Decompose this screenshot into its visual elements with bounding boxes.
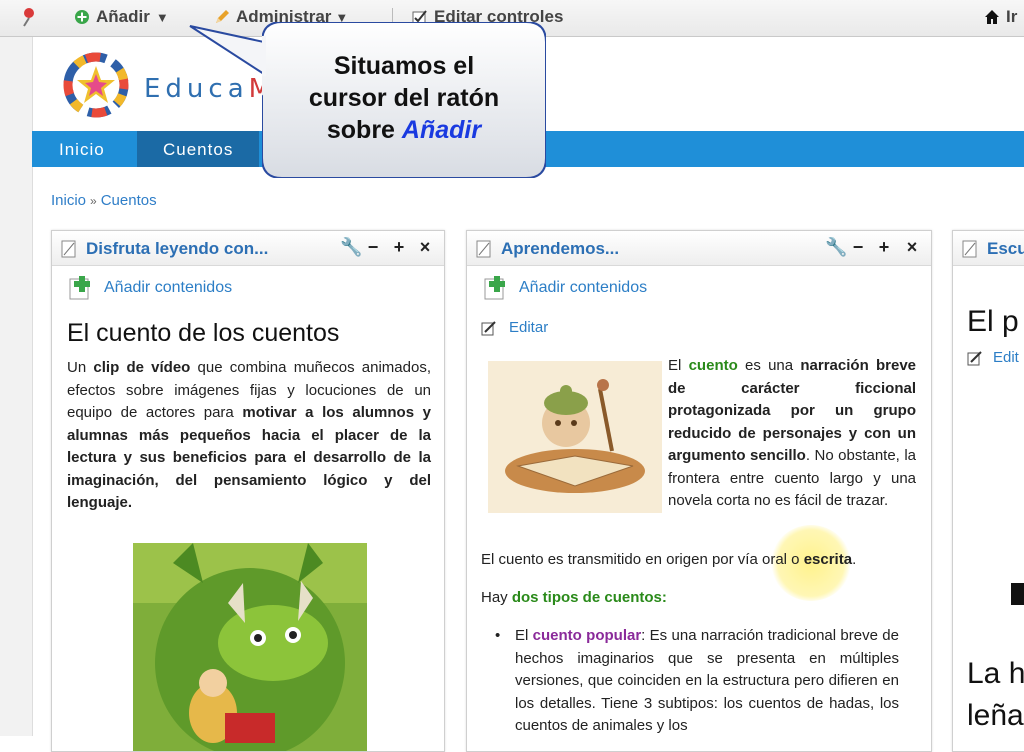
- add-circle-icon: [75, 10, 89, 24]
- breadcrumb-separator: »: [90, 194, 97, 208]
- nav-tab-inicio[interactable]: Inicio: [32, 131, 132, 167]
- text-run: El cuento es transmitido en origen por v…: [481, 551, 804, 568]
- dragon-illustration: [133, 543, 367, 751]
- portlet-header: Escu: [953, 231, 1024, 266]
- add-menu-label: Añadir: [96, 7, 150, 26]
- document-icon: [61, 240, 76, 258]
- callout-line-1: Situamos el: [333, 52, 475, 80]
- portlet-title[interactable]: Disfruta leyendo con...: [86, 239, 268, 259]
- nav-tab-cuentos[interactable]: Cuentos: [137, 131, 260, 167]
- portlet-header: Disfruta leyendo con... 🔧 − + ×: [52, 231, 444, 266]
- document-icon: [476, 240, 491, 258]
- wrench-icon[interactable]: 🔧: [340, 237, 362, 258]
- text-run: .: [852, 551, 857, 568]
- edit-link[interactable]: Edit: [967, 349, 1019, 366]
- text-run: es una: [737, 357, 801, 374]
- home-icon: [985, 10, 999, 24]
- portlet-title[interactable]: Aprendemos...: [501, 239, 619, 259]
- bullet-icon: •: [495, 627, 501, 644]
- callout-line-2: cursor del ratón: [308, 84, 500, 112]
- edit-label: Edit: [993, 349, 1019, 366]
- add-content-icon: [69, 276, 90, 300]
- minimize-icon[interactable]: −: [849, 237, 867, 258]
- add-content-icon: [484, 276, 505, 300]
- portlet-disfruta: Disfruta leyendo con... 🔧 − + × Añadir c…: [51, 230, 445, 752]
- intro-paragraph: El cuento es una narración breve de cará…: [668, 355, 916, 513]
- left-gutter: [0, 37, 33, 736]
- article-heading-2a: La h: [967, 657, 1024, 690]
- edit-icon: [481, 320, 496, 335]
- add-contents-link[interactable]: Añadir contenidos: [68, 275, 232, 301]
- add-contents-link[interactable]: Añadir contenidos: [483, 275, 647, 301]
- breadcrumb-link-cuentos[interactable]: Cuentos: [101, 192, 157, 209]
- edit-link[interactable]: Editar: [481, 319, 548, 336]
- portlet-title[interactable]: Escu: [987, 239, 1024, 259]
- portlet-header: Aprendemos... 🔧 − + ×: [467, 231, 931, 266]
- pin-icon[interactable]: [18, 6, 38, 28]
- close-icon[interactable]: ×: [903, 237, 921, 258]
- callout-highlight: Añadir: [401, 116, 482, 144]
- chevron-down-icon: ▼: [155, 9, 169, 25]
- site-logo[interactable]: [58, 52, 134, 118]
- add-contents-label: Añadir contenidos: [104, 279, 233, 296]
- wrench-icon[interactable]: 🔧: [825, 237, 847, 258]
- text-run-green: dos tipos de cuentos:: [511, 589, 667, 606]
- maximize-icon[interactable]: +: [875, 237, 893, 258]
- types-paragraph: Hay dos tipos de cuentos:: [481, 587, 921, 610]
- maximize-icon[interactable]: +: [390, 237, 408, 258]
- reading-illustration: [488, 361, 662, 513]
- transmission-paragraph: El cuento es transmitido en origen por v…: [481, 549, 921, 572]
- text-run-purple: cuento popular: [532, 627, 642, 644]
- portlet-escucha: Escu El p Edit La h leña: [952, 230, 1024, 752]
- edit-label: Editar: [509, 319, 549, 336]
- minimize-icon[interactable]: −: [364, 237, 382, 258]
- callout-line-3: sobre Añadir: [262, 114, 546, 146]
- article-heading: El cuento de los cuentos: [67, 319, 340, 347]
- callout-line-3-prefix: sobre: [326, 116, 395, 144]
- breadcrumb-link-inicio[interactable]: Inicio: [51, 192, 86, 209]
- callout-pointer: [189, 25, 266, 76]
- breadcrumb: Inicio » Cuentos: [51, 192, 157, 209]
- close-icon[interactable]: ×: [416, 237, 434, 258]
- article-body: Un clip de vídeo que combina muñecos ani…: [67, 357, 431, 515]
- document-icon: [962, 240, 977, 258]
- text-run-green: cuento: [688, 357, 738, 374]
- add-contents-label: Añadir contenidos: [519, 279, 648, 296]
- text-run: Un: [67, 359, 94, 376]
- article-heading-2b: leña: [967, 699, 1024, 732]
- home-label: Ir: [1006, 7, 1018, 26]
- text-run: Hay: [481, 589, 512, 606]
- list-item: • El cuento popular: Es una narración tr…: [495, 625, 899, 738]
- portlet-aprendemos: Aprendemos... 🔧 − + × Añadir contenidos …: [466, 230, 932, 752]
- article-heading: El p: [967, 305, 1019, 338]
- text-run: El: [668, 357, 689, 374]
- text-run: El: [515, 627, 533, 644]
- edit-icon: [967, 350, 982, 365]
- home-button[interactable]: Ir: [984, 6, 1017, 28]
- add-menu-button[interactable]: Añadir ▼: [74, 6, 169, 28]
- callout-text: Situamos el cursor del ratón sobre Añadi…: [262, 50, 546, 146]
- text-run-bold: clip de vídeo: [93, 359, 191, 376]
- text-run-bold: escrita: [803, 551, 853, 568]
- play-icon[interactable]: [1011, 583, 1024, 605]
